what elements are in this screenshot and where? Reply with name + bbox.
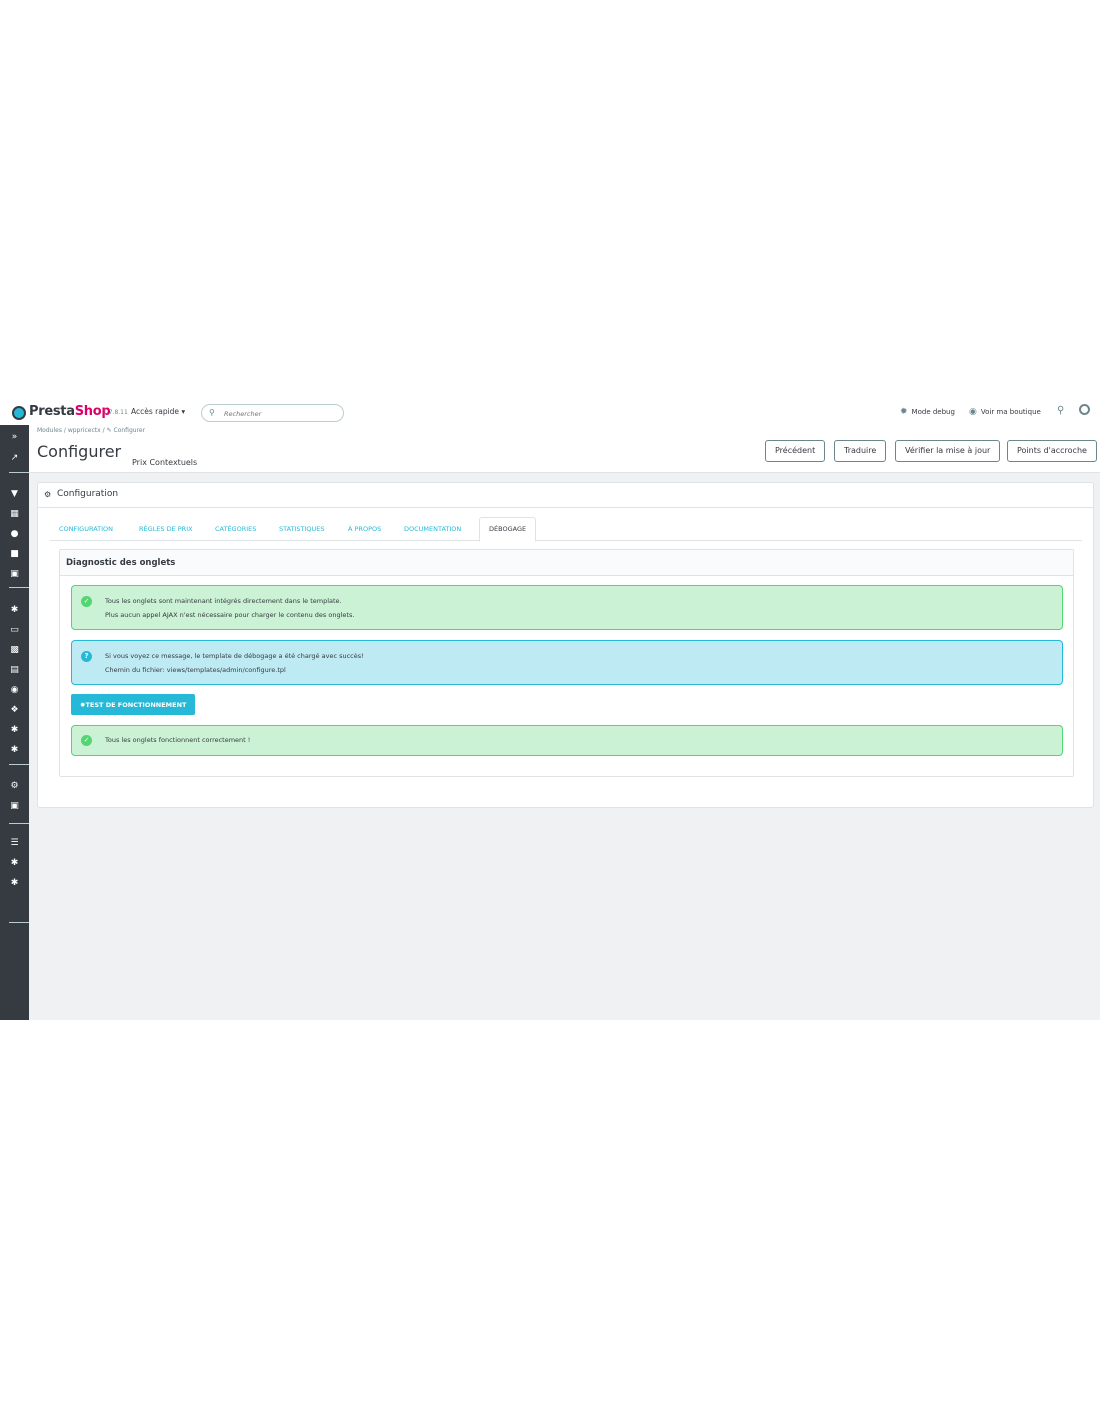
page-title: Configurer xyxy=(37,442,122,461)
tab-statistics[interactable]: STATISTIQUES xyxy=(270,517,334,541)
alert-text: Chemin du fichier: views/templates/admin… xyxy=(105,666,286,674)
brand-logo[interactable]: PrestaShop xyxy=(29,404,111,419)
brand-presta: Presta xyxy=(29,404,75,419)
tab-debug[interactable]: DÉBOGAGE xyxy=(479,517,537,542)
puzzle-icon[interactable]: ✱ xyxy=(0,854,29,872)
puzzle-icon[interactable]: ✱ xyxy=(0,721,29,739)
modules-icon[interactable]: ✱ xyxy=(0,601,29,619)
info-alert: ? Si vous voyez ce message, le template … xyxy=(71,640,1063,685)
success-alert: ✓ Tous les onglets sont maintenant intég… xyxy=(71,585,1063,630)
catalog-icon[interactable]: ▦ xyxy=(0,505,29,523)
tab-about[interactable]: À PROPOS xyxy=(339,517,390,541)
sidebar-divider xyxy=(9,922,29,923)
sidebar-nav: » ↗ ▼ ▦ ● ■ ▣ ✱ ▭ ▩ ▤ ◉ ❖ ✱ ✱ ⚙ ▣ ☰ ✱ ✱ xyxy=(0,425,29,1020)
card-header: Diagnostic des onglets xyxy=(60,550,1073,576)
alert-text: Plus aucun appel AJAX n'est nécessaire p… xyxy=(105,611,355,619)
international-icon[interactable]: ◉ xyxy=(0,681,29,699)
tab-documentation[interactable]: DOCUMENTATION xyxy=(395,517,470,541)
hooks-button[interactable]: Points d'accroche xyxy=(1007,440,1097,462)
shipping-icon[interactable]: ▩ xyxy=(0,641,29,659)
debug-mode-link[interactable]: ✹ Mode debug xyxy=(900,407,955,417)
previous-button[interactable]: Précédent xyxy=(765,440,826,462)
advanced-settings-icon[interactable]: ▣ xyxy=(0,797,29,815)
quick-access-dropdown[interactable]: Accès rapide ▾ xyxy=(131,407,185,416)
bug-icon: ✹ xyxy=(900,407,908,417)
breadcrumb-item: Configurer xyxy=(113,427,146,434)
result-alert: ✓ Tous les onglets fonctionnent correcte… xyxy=(71,725,1063,756)
dashboard-icon[interactable]: ↗ xyxy=(0,449,29,467)
sidebar-divider xyxy=(9,764,29,765)
translate-button[interactable]: Traduire xyxy=(834,440,887,462)
check-update-button[interactable]: Vérifier la mise à jour xyxy=(895,440,1001,462)
cogs-icon: ⚙ xyxy=(44,490,52,499)
question-circle-icon: ? xyxy=(81,651,92,662)
test-button-label: TEST DE FONCTIONNEMENT xyxy=(85,700,187,709)
bell-icon[interactable]: ⚲ xyxy=(1057,405,1064,416)
top-header: PrestaShop 1.7.8.11 Accès rapide ▾ ⚲ ✹ M… xyxy=(0,400,1100,425)
version-label: 1.7.8.11 xyxy=(103,409,128,416)
search-box[interactable]: ⚲ xyxy=(201,404,344,422)
design-icon[interactable]: ▭ xyxy=(0,621,29,639)
debug-mode-label: Mode debug xyxy=(911,408,955,416)
tab-price-rules[interactable]: RÈGLES DE PRIX xyxy=(130,517,202,541)
module-tabs: CONFIGURATION RÈGLES DE PRIX CATÉGORIES … xyxy=(50,517,1082,542)
breadcrumb: Modules / wppricectx / ✎ Configurer xyxy=(37,427,145,434)
settings-icon[interactable]: ⚙ xyxy=(0,777,29,795)
collapse-sidebar-icon[interactable]: » xyxy=(0,428,29,446)
alert-text: Tous les onglets fonctionnent correcteme… xyxy=(105,736,251,744)
tab-categories[interactable]: CATÉGORIES xyxy=(206,517,265,541)
sidebar-divider xyxy=(9,823,29,824)
search-icon: ⚲ xyxy=(209,408,215,417)
sidebar-divider xyxy=(9,587,29,588)
breadcrumb-separator: / xyxy=(102,427,105,434)
page-subtitle: Prix Contextuels xyxy=(132,458,198,467)
orders-icon[interactable]: ▼ xyxy=(0,485,29,503)
breadcrumb-item[interactable]: Modules xyxy=(37,427,62,434)
customers-icon[interactable]: ● xyxy=(0,525,29,543)
puzzle-icon[interactable]: ✱ xyxy=(0,874,29,892)
breadcrumb-separator: / xyxy=(63,427,66,434)
sidebar-divider xyxy=(9,472,29,473)
sliders-icon[interactable]: ☰ xyxy=(0,834,29,852)
payment-icon[interactable]: ▤ xyxy=(0,661,29,679)
stats-icon[interactable]: ▣ xyxy=(0,565,29,583)
view-shop-link[interactable]: ◉ Voir ma boutique xyxy=(969,407,1041,417)
configuration-panel: ⚙ Configuration CONFIGURATION RÈGLES DE … xyxy=(37,482,1094,808)
breadcrumb-item[interactable]: wppricectx xyxy=(68,427,101,434)
puzzle-icon[interactable]: ✱ xyxy=(0,741,29,759)
alert-text: Tous les onglets sont maintenant intégré… xyxy=(105,597,342,605)
tab-configuration[interactable]: CONFIGURATION xyxy=(50,517,122,541)
pencil-icon: ✎ xyxy=(106,427,112,434)
admin-app: PrestaShop 1.7.8.11 Accès rapide ▾ ⚲ ✹ M… xyxy=(0,400,1100,1020)
card-title: Diagnostic des onglets xyxy=(66,558,176,568)
view-shop-label: Voir ma boutique xyxy=(980,408,1041,416)
marketing-icon[interactable]: ❖ xyxy=(0,701,29,719)
eye-icon: ◉ xyxy=(969,407,977,417)
page-header: Modules / wppricectx / ✎ Configurer Conf… xyxy=(29,425,1100,473)
check-circle-icon: ✓ xyxy=(81,735,92,746)
check-circle-icon: ✓ xyxy=(81,596,92,607)
user-circle-icon[interactable] xyxy=(1079,404,1090,415)
diagnostic-card: Diagnostic des onglets ✓ Tous les onglet… xyxy=(59,549,1074,777)
panel-title: Configuration xyxy=(57,489,119,499)
alert-text: Si vous voyez ce message, le template de… xyxy=(105,652,364,660)
panel-header: ⚙ Configuration xyxy=(38,483,1093,508)
search-input[interactable] xyxy=(224,408,334,419)
test-functionality-button[interactable]: ✹TEST DE FONCTIONNEMENT xyxy=(71,694,196,715)
prestashop-logo-icon[interactable] xyxy=(12,406,26,420)
messages-icon[interactable]: ■ xyxy=(0,545,29,563)
